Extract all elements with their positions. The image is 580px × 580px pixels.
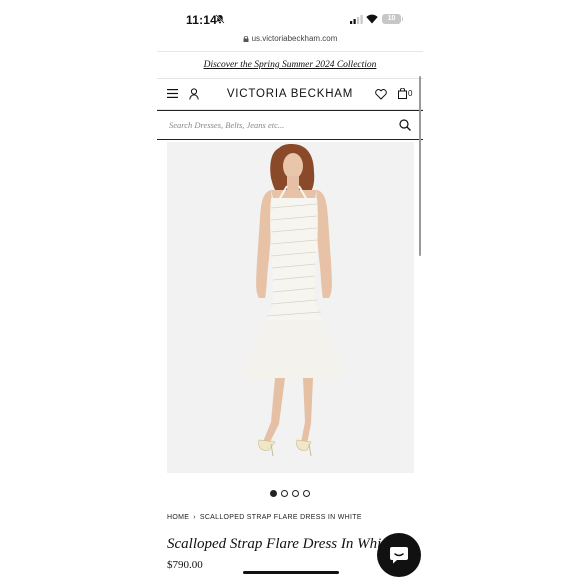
product-price: $790.00 — [167, 559, 203, 571]
breadcrumb: HOME › SCALLOPED STRAP FLARE DRESS IN WHIT… — [167, 514, 362, 521]
bell-muted-icon — [215, 14, 225, 24]
chat-icon — [390, 547, 408, 564]
divider — [157, 51, 423, 52]
signal-icon — [350, 15, 363, 24]
carousel-dot[interactable] — [303, 490, 310, 497]
home-indicator[interactable] — [243, 571, 339, 574]
carousel-dot[interactable] — [292, 490, 299, 497]
brand-logo[interactable]: VICTORIA BECKHAM — [215, 88, 365, 100]
chat-button[interactable] — [377, 533, 421, 577]
breadcrumb-home-link[interactable]: HOME — [167, 514, 189, 521]
menu-icon[interactable] — [167, 89, 178, 98]
product-title: Scalloped Strap Flare Dress In White — [167, 536, 393, 552]
bag-count: 0 — [408, 89, 413, 98]
bag-icon[interactable] — [398, 88, 407, 99]
carousel-dot[interactable] — [281, 490, 288, 497]
carousel-dot[interactable] — [270, 490, 277, 497]
url-text: us.victoriabeckham.com — [251, 34, 338, 43]
lock-icon — [243, 36, 249, 42]
model-in-dress-image — [167, 142, 414, 473]
battery-indicator: 10 — [382, 14, 403, 24]
account-icon[interactable] — [189, 88, 199, 100]
address-bar[interactable]: us.victoriabeckham.com — [157, 34, 423, 50]
breadcrumb-current: SCALLOPED STRAP FLARE DRESS IN WHITE — [199, 514, 362, 521]
promo-banner-link[interactable]: Discover the Spring Summer 2024 Collecti… — [157, 55, 423, 75]
search-bar — [157, 110, 423, 140]
status-bar: 11:14 10 — [157, 0, 423, 36]
site-header: VICTORIA BECKHAM 0 — [157, 78, 423, 110]
phone-screen: 11:14 10 us.victoriabeckham.com Discover… — [157, 0, 423, 580]
status-time: 11:14 — [186, 13, 218, 27]
search-input[interactable] — [169, 118, 389, 132]
scrollbar[interactable] — [419, 76, 421, 256]
heart-icon[interactable] — [375, 89, 387, 100]
breadcrumb-separator: › — [193, 514, 196, 521]
wifi-icon — [366, 14, 378, 24]
product-image[interactable] — [167, 142, 414, 473]
search-icon[interactable] — [399, 119, 411, 131]
carousel-pagination — [157, 484, 423, 502]
